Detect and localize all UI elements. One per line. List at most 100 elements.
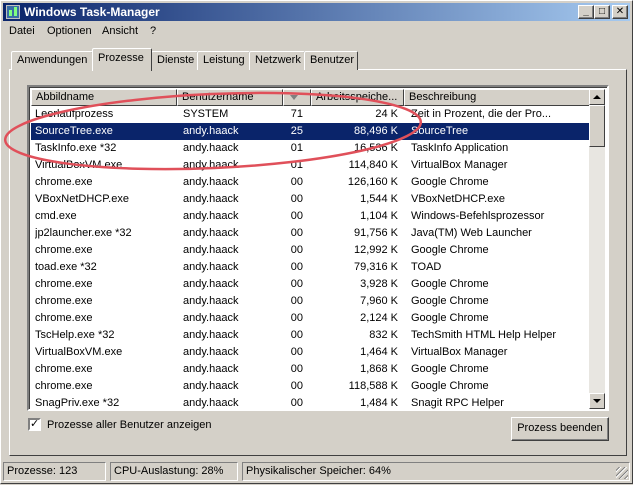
table-row[interactable]: jp2launcher.exe *32 andy.haack 00 91,756 K J… (31, 225, 593, 242)
image-name-cell: SnagPriv.exe *32 (35, 397, 120, 409)
username-cell: andy.haack (183, 278, 239, 290)
status-physical-memory: Physikalischer Speicher: 64% (242, 462, 630, 481)
menu-datei[interactable]: Datei (9, 25, 35, 37)
image-name-cell: jp2launcher.exe *32 (35, 227, 132, 239)
tab-anwendungen[interactable]: Anwendungen (11, 51, 93, 70)
table-row[interactable]: cmd.exe andy.haack 00 1,104 K Windows-Befehl… (31, 208, 593, 225)
minimize-button[interactable]: _ (578, 5, 594, 19)
description-cell: TOAD (411, 261, 442, 273)
table-row[interactable]: SnagPriv.exe *32 andy.haack 00 1,484 K Snagi… (31, 395, 593, 409)
close-button[interactable]: ✕ (612, 5, 628, 19)
description-cell: Google Chrome (411, 278, 489, 290)
column-header-beschreibung[interactable]: Beschreibung (404, 89, 593, 106)
scroll-thumb[interactable] (589, 105, 605, 147)
cpu-cell: 01 (290, 142, 303, 154)
description-cell: Google Chrome (411, 176, 489, 188)
image-name-cell: cmd.exe (35, 210, 77, 222)
table-row[interactable]: chrome.exe andy.haack 00 7,960 K Google Chro… (31, 293, 593, 310)
memory-cell: 79,316 K (353, 261, 398, 273)
username-cell: andy.haack (183, 193, 239, 205)
task-manager-icon (6, 5, 20, 19)
cpu-cell: 00 (290, 329, 303, 341)
username-cell: andy.haack (183, 312, 239, 324)
tab-dienste[interactable]: Dienste (151, 51, 198, 70)
tab-prozesse[interactable]: Prozesse (92, 48, 152, 71)
status-bar: Prozesse: 123 CPU-Auslastung: 28% Physik… (3, 462, 630, 481)
column-header-arbeitsspeicher[interactable]: Arbeitsspeiche... (311, 89, 404, 106)
image-name-cell: chrome.exe (35, 244, 93, 256)
show-all-users-checkbox[interactable]: ✓ (28, 418, 41, 431)
table-row[interactable]: SourceTree.exe andy.haack 25 88,496 K Source… (31, 123, 593, 140)
description-cell: VirtualBox Manager (411, 159, 508, 171)
table-row[interactable]: chrome.exe andy.haack 00 118,588 K Google Ch… (31, 378, 593, 395)
username-cell: andy.haack (183, 125, 239, 137)
sort-descending-icon (290, 95, 298, 100)
scroll-down-button[interactable] (589, 393, 605, 409)
window-title: Windows Task-Manager (24, 5, 160, 19)
username-cell: andy.haack (183, 159, 239, 171)
image-name-cell: chrome.exe (35, 295, 93, 307)
memory-cell: 1,104 K (360, 210, 398, 222)
image-name-cell: Leerlaufprozess (35, 108, 114, 120)
description-cell: Google Chrome (411, 312, 489, 324)
column-header-abbildname[interactable]: Abbildname (31, 89, 177, 106)
cpu-cell: 00 (290, 397, 303, 409)
column-header-benutzername[interactable]: Benutzername (177, 89, 283, 106)
memory-cell: 88,496 K (353, 125, 398, 137)
cpu-cell: 00 (290, 193, 303, 205)
table-row[interactable]: VirtualBoxVM.exe andy.haack 00 1,464 K Virtu… (31, 344, 593, 361)
task-manager-window: Windows Task-Manager _ □ ✕ Datei Optione… (0, 0, 633, 484)
arrow-down-icon (593, 399, 601, 403)
username-cell: andy.haack (183, 244, 239, 256)
image-name-cell: SourceTree.exe (35, 125, 113, 137)
memory-cell: 126,160 K (347, 176, 398, 188)
tab-benutzer[interactable]: Benutzer (304, 51, 358, 70)
table-row[interactable]: toad.exe *32 andy.haack 00 79,316 K TOAD (31, 259, 593, 276)
image-name-cell: VBoxNetDHCP.exe (35, 193, 129, 205)
cpu-cell: 00 (290, 261, 303, 273)
table-row[interactable]: chrome.exe andy.haack 00 3,928 K Google Chro… (31, 276, 593, 293)
description-cell: Java(TM) Web Launcher (411, 227, 532, 239)
table-row[interactable]: chrome.exe andy.haack 00 2,124 K Google Chro… (31, 310, 593, 327)
menu-ansicht[interactable]: Ansicht (102, 25, 138, 37)
tab-leistung[interactable]: Leistung (197, 51, 250, 70)
menu-optionen[interactable]: Optionen (47, 25, 92, 37)
username-cell: andy.haack (183, 227, 239, 239)
table-row[interactable]: VBoxNetDHCP.exe andy.haack 00 1,544 K VBoxNe… (31, 191, 593, 208)
table-row[interactable]: chrome.exe andy.haack 00 12,992 K Google Chr… (31, 242, 593, 259)
username-cell: andy.haack (183, 261, 239, 273)
table-row[interactable]: chrome.exe andy.haack 00 1,868 K Google Chro… (31, 361, 593, 378)
description-cell: Google Chrome (411, 380, 489, 392)
cpu-cell: 00 (290, 278, 303, 290)
cpu-cell: 00 (290, 380, 303, 392)
title-bar[interactable]: Windows Task-Manager _ □ ✕ (3, 3, 630, 21)
scroll-up-button[interactable] (589, 89, 605, 105)
memory-cell: 1,484 K (360, 397, 398, 409)
description-cell: Zeit in Prozent, die der Pro... (411, 108, 552, 120)
description-cell: Windows-Befehlsprozessor (411, 210, 545, 222)
description-cell: VBoxNetDHCP.exe (411, 193, 505, 205)
resize-grip[interactable] (616, 467, 628, 479)
memory-cell: 2,124 K (360, 312, 398, 324)
vertical-scrollbar[interactable] (589, 89, 605, 409)
show-all-users-label[interactable]: Prozesse aller Benutzer anzeigen (47, 419, 211, 431)
table-row[interactable]: TaskInfo.exe *32 andy.haack 01 16,536 K Task… (31, 140, 593, 157)
memory-cell: 24 K (375, 108, 398, 120)
menu-help[interactable]: ? (150, 25, 156, 37)
cpu-cell: 00 (290, 244, 303, 256)
cpu-cell: 71 (290, 108, 303, 120)
image-name-cell: chrome.exe (35, 363, 93, 375)
tab-netzwerk[interactable]: Netzwerk (249, 51, 305, 70)
end-process-button[interactable]: Prozess beenden (511, 417, 609, 441)
column-header-cpu[interactable] (283, 89, 311, 106)
memory-cell: 114,840 K (348, 159, 398, 171)
table-row[interactable]: VirtualBoxVM.exe andy.haack 01 114,840 K Vir… (31, 157, 593, 174)
username-cell: andy.haack (183, 142, 239, 154)
memory-cell: 1,464 K (360, 346, 398, 358)
table-row[interactable]: Leerlaufprozess SYSTEM 71 24 K Zeit in Proze… (31, 106, 593, 123)
table-row[interactable]: chrome.exe andy.haack 00 126,160 K Google Ch… (31, 174, 593, 191)
table-row[interactable]: TscHelp.exe *32 andy.haack 00 832 K TechSmit… (31, 327, 593, 344)
image-name-cell: VirtualBoxVM.exe (35, 159, 123, 171)
maximize-button[interactable]: □ (594, 5, 610, 19)
process-list[interactable]: Abbildname Benutzername Arbeitsspeiche..… (27, 85, 609, 411)
